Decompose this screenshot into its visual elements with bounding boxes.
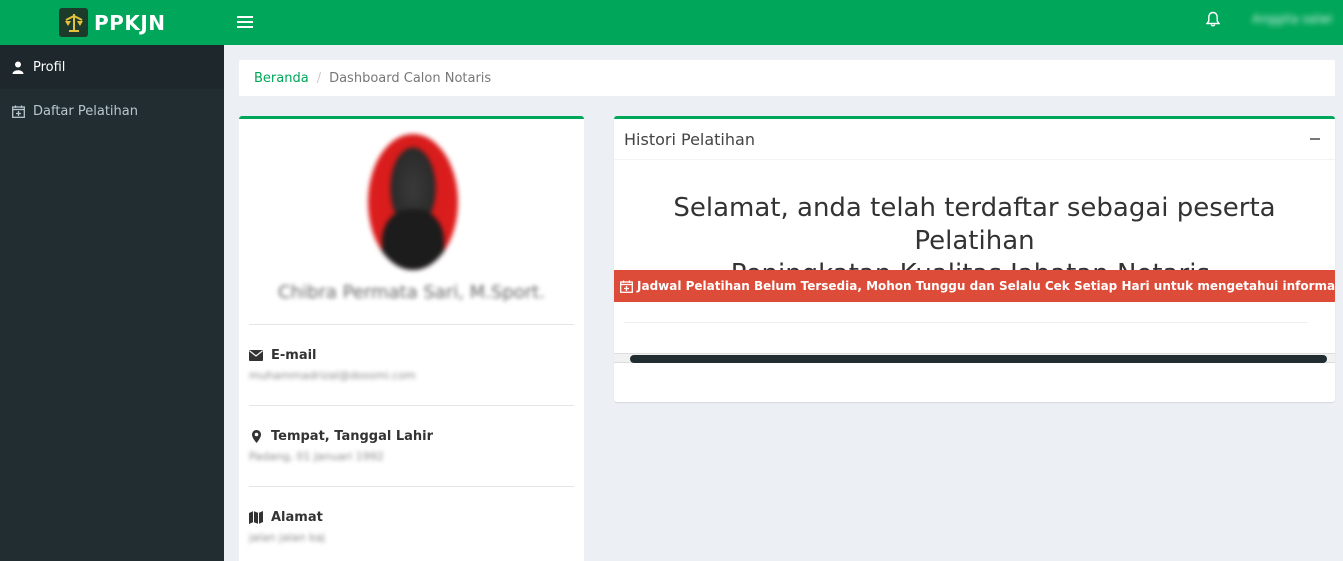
alert-text: Jadwal Pelatihan Belum Tersedia, Mohon T… [637,279,1335,293]
brand-logo-area[interactable]: PPKJN [0,0,224,45]
sidebar: PPKJN Profil Daftar Pelatihan [0,0,224,561]
horizontal-scrollbar[interactable] [614,353,1335,363]
profile-name: Chibra Permata Sari, M.Sport. [278,282,545,303]
breadcrumb: Beranda / Dashboard Calon Notaris [239,60,1335,96]
email-value: muhammadrizal@dossmi.com [249,369,416,382]
histori-title: Histori Pelatihan [624,129,755,149]
divider [624,322,1308,323]
minus-icon [1310,138,1320,140]
user-menu[interactable]: Anggita salwi [1252,12,1332,26]
scrollbar-thumb[interactable] [630,355,1327,363]
logo-icon [59,8,88,37]
divider [249,486,574,487]
brand-name: PPKJN [94,10,166,35]
envelope-icon [249,349,263,363]
top-navbar: Anggita salwi [224,0,1343,45]
calendar-plus-icon [620,279,633,293]
birth-value: Padang, 01 Januari 1992 [249,450,384,463]
address-value: jalan jalan kaj [249,531,326,544]
sidebar-item-profil[interactable]: Profil [0,45,224,89]
email-label: E-mail [249,348,317,363]
breadcrumb-current: Dashboard Calon Notaris [329,70,492,86]
histori-pelatihan-card: Histori Pelatihan Selamat, anda telah te… [614,116,1335,402]
menu-toggle-icon[interactable] [237,13,253,31]
breadcrumb-home-link[interactable]: Beranda [254,71,309,86]
birth-label: Tempat, Tanggal Lahir [249,429,433,444]
sidebar-item-label: Daftar Pelatihan [33,103,138,119]
profile-card: Chibra Permata Sari, M.Sport. E-mail muh… [239,116,584,561]
address-label: Alamat [249,510,323,525]
divider [249,405,574,406]
sidebar-item-daftar-pelatihan[interactable]: Daftar Pelatihan [0,89,224,133]
avatar [368,134,458,270]
user-icon [11,60,25,74]
calendar-plus-icon [11,104,25,118]
map-icon [249,511,263,525]
collapse-button[interactable] [1308,132,1322,146]
breadcrumb-separator: / [316,70,322,86]
bell-icon[interactable] [1205,11,1222,29]
histori-header: Histori Pelatihan [614,119,1335,160]
divider [249,324,574,325]
sidebar-item-label: Profil [33,59,66,75]
map-marker-icon [249,430,263,444]
schedule-alert: Jadwal Pelatihan Belum Tersedia, Mohon T… [614,270,1335,302]
